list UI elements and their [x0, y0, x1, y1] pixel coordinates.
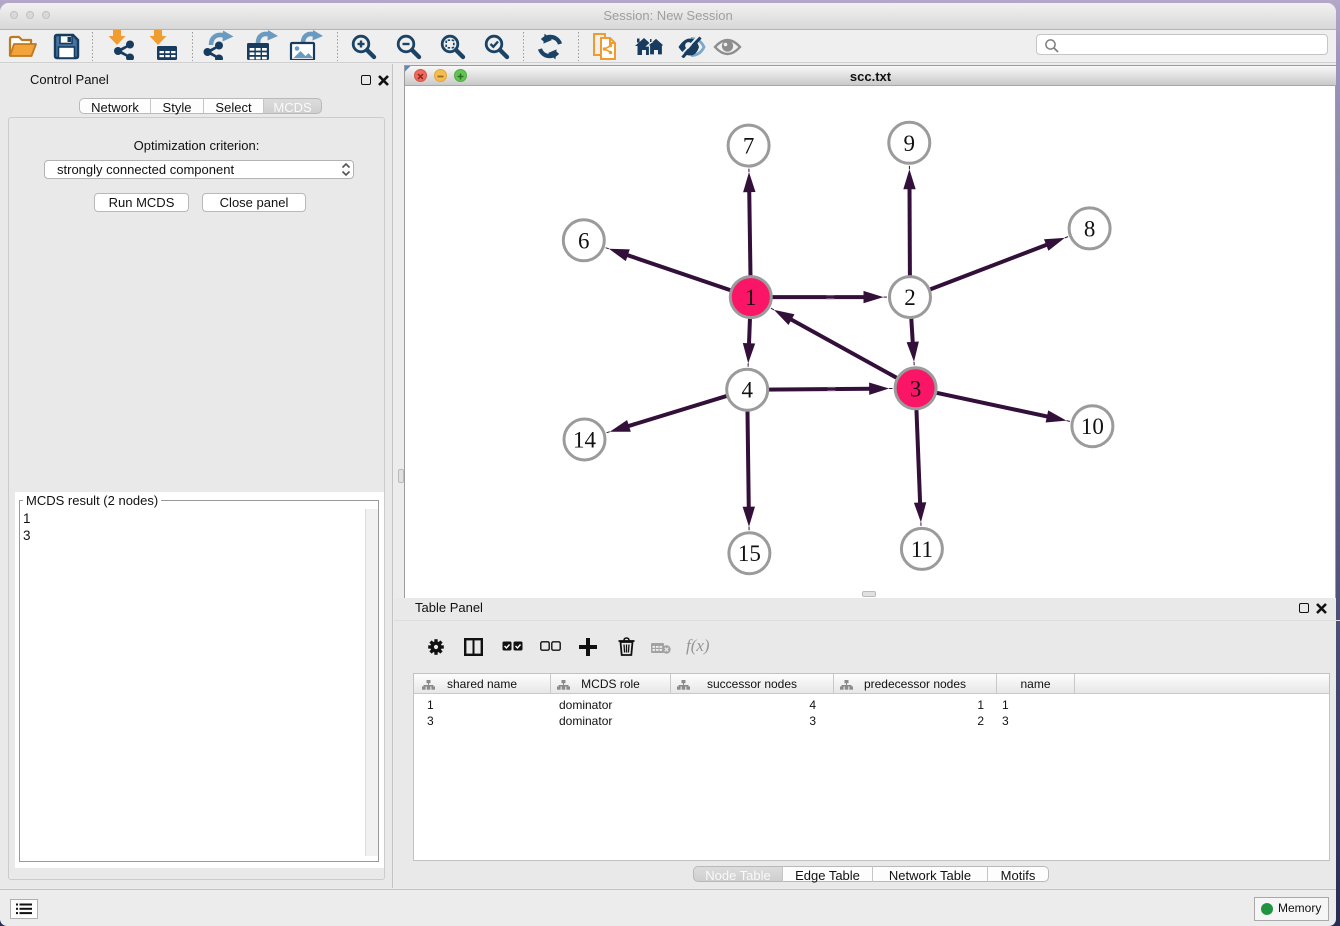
svg-text:14: 14 [573, 428, 597, 453]
svg-text:4: 4 [741, 378, 753, 403]
svg-text:7: 7 [743, 134, 755, 159]
svg-text:15: 15 [738, 541, 761, 566]
svg-text:1: 1 [745, 285, 757, 310]
svg-text:8: 8 [1084, 216, 1096, 241]
svg-text:11: 11 [911, 537, 933, 562]
svg-text:3: 3 [910, 376, 922, 401]
svg-text:9: 9 [904, 131, 916, 156]
svg-text:10: 10 [1081, 414, 1104, 439]
svg-text:2: 2 [904, 285, 916, 310]
svg-text:6: 6 [578, 228, 590, 253]
